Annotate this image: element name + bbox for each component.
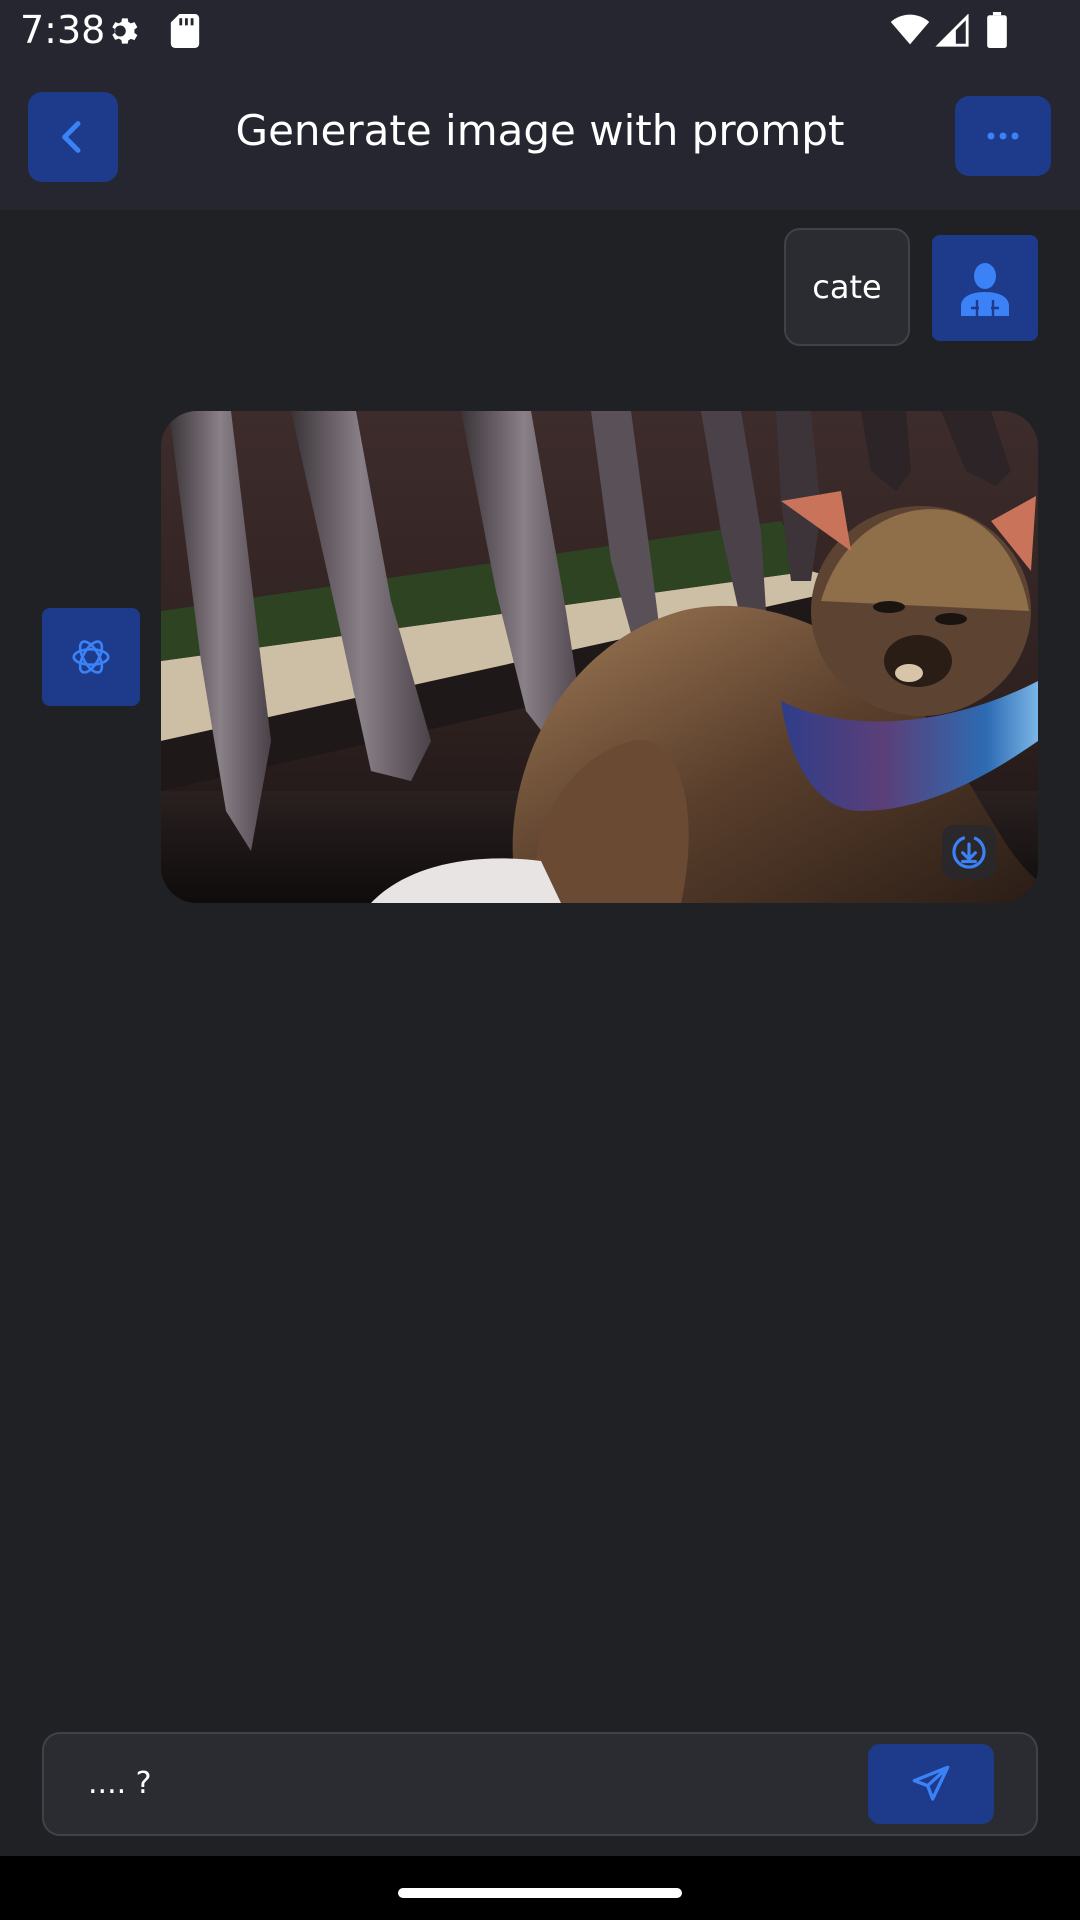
download-icon [952, 835, 986, 869]
generated-image[interactable] [161, 411, 1038, 903]
send-button[interactable] [868, 1744, 994, 1824]
more-options-button[interactable] [955, 96, 1051, 176]
sd-card-icon [170, 14, 200, 53]
user-message-bubble: cate [784, 228, 910, 346]
navigation-bar [0, 1856, 1080, 1920]
user-avatar [932, 235, 1038, 341]
page-title: Generate image with prompt [235, 106, 845, 155]
user-message-text: cate [812, 268, 882, 306]
gear-icon [106, 12, 144, 55]
send-icon [912, 1765, 950, 1801]
app-bar: Generate image with prompt [0, 62, 1080, 210]
assistant-avatar [42, 608, 140, 706]
user-icon [961, 263, 1009, 316]
status-bar: 7:38 [0, 0, 1080, 62]
download-button[interactable] [942, 825, 996, 879]
wifi-icon [890, 14, 930, 51]
more-dots-icon [987, 132, 1019, 140]
openai-logo-icon [72, 640, 110, 674]
chevron-left-icon [62, 121, 81, 153]
cat-photo [161, 411, 1038, 903]
home-indicator[interactable] [398, 1888, 682, 1898]
message-input[interactable]: .... ? [88, 1766, 152, 1801]
message-input-bar[interactable]: .... ? [42, 1732, 1038, 1836]
back-button[interactable] [28, 92, 118, 182]
signal-icon [935, 13, 971, 53]
battery-icon [986, 12, 1008, 53]
status-time: 7:38 [20, 8, 106, 52]
